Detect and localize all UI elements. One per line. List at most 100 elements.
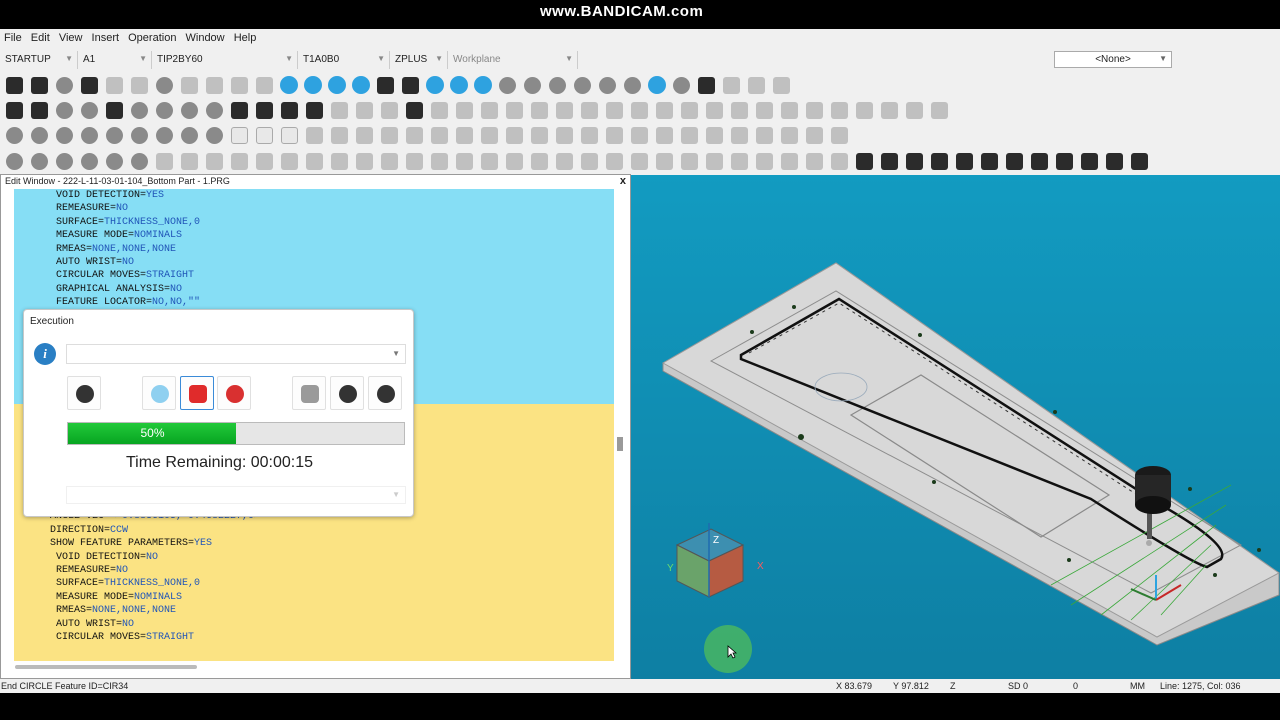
fit-icon[interactable]	[352, 76, 370, 94]
view-icon[interactable]	[304, 76, 322, 94]
tool-icon[interactable]	[556, 126, 573, 144]
tool-icon[interactable]	[181, 101, 198, 119]
tool-icon[interactable]	[531, 101, 548, 119]
tool-icon[interactable]	[6, 152, 23, 170]
tool-icon[interactable]	[631, 152, 648, 170]
tool-icon[interactable]	[549, 76, 566, 94]
tool-icon[interactable]	[81, 152, 98, 170]
tool-icon[interactable]	[706, 126, 723, 144]
tool-icon[interactable]	[624, 76, 641, 94]
tool-icon[interactable]	[1106, 152, 1123, 170]
tool-icon[interactable]	[56, 126, 73, 144]
tool-icon[interactable]	[231, 126, 248, 144]
tool-icon[interactable]	[731, 152, 748, 170]
tool-icon[interactable]	[31, 152, 48, 170]
tool-icon[interactable]	[381, 152, 398, 170]
tool-icon[interactable]	[648, 76, 666, 94]
tool-icon[interactable]	[56, 101, 73, 119]
tool-icon[interactable]	[556, 152, 573, 170]
cube-view-icon[interactable]	[881, 152, 898, 170]
probe-readout-icon[interactable]	[6, 76, 23, 94]
grid-icon[interactable]	[256, 101, 273, 119]
tool-icon[interactable]	[131, 152, 148, 170]
tool-icon[interactable]	[731, 101, 748, 119]
cube-view-icon[interactable]	[981, 152, 998, 170]
angle-combo[interactable]: T1A0B0 ▼	[298, 51, 390, 69]
horizontal-scrollbar[interactable]	[15, 665, 197, 669]
tool-icon[interactable]	[1056, 152, 1073, 170]
tool-icon[interactable]	[156, 152, 173, 170]
tool-icon[interactable]	[106, 101, 123, 119]
tool-icon[interactable]	[806, 101, 823, 119]
tool-icon[interactable]	[106, 126, 123, 144]
tool-icon[interactable]	[481, 152, 498, 170]
tool-icon[interactable]	[56, 152, 73, 170]
tool-icon[interactable]	[156, 101, 173, 119]
tool-icon[interactable]	[656, 101, 673, 119]
tool-icon[interactable]	[731, 126, 748, 144]
menu-operation[interactable]: Operation	[124, 29, 176, 44]
tool-icon[interactable]	[356, 152, 373, 170]
tool-icon[interactable]	[406, 101, 423, 119]
tool-icon[interactable]	[1081, 152, 1098, 170]
tool-icon[interactable]	[231, 76, 248, 94]
tool-icon[interactable]	[681, 101, 698, 119]
redo-icon[interactable]	[431, 126, 448, 144]
rotate-icon[interactable]	[474, 76, 492, 94]
tool-icon[interactable]	[781, 152, 798, 170]
menu-view[interactable]: View	[55, 29, 83, 44]
tool-icon[interactable]	[506, 152, 523, 170]
tool-icon[interactable]	[906, 101, 923, 119]
step-button[interactable]	[368, 376, 402, 410]
globe-icon[interactable]	[377, 76, 394, 94]
cube-view-icon[interactable]	[856, 152, 873, 170]
tool-icon[interactable]	[748, 76, 765, 94]
tool-icon[interactable]	[781, 126, 798, 144]
tool-icon[interactable]	[581, 152, 598, 170]
tool-icon[interactable]	[931, 101, 948, 119]
tool-icon[interactable]	[281, 101, 298, 119]
print-icon[interactable]	[456, 126, 473, 144]
cube-icon[interactable]	[6, 101, 23, 119]
restart-button[interactable]	[67, 376, 101, 410]
tool-icon[interactable]	[481, 101, 498, 119]
tool-icon[interactable]	[681, 126, 698, 144]
tool-icon[interactable]	[631, 126, 648, 144]
tool-icon[interactable]	[706, 152, 723, 170]
calculator-icon[interactable]	[81, 76, 98, 94]
tool-icon[interactable]	[606, 101, 623, 119]
tool-icon[interactable]	[1031, 152, 1048, 170]
tool-icon[interactable]	[6, 126, 23, 144]
tool-icon[interactable]	[431, 152, 448, 170]
menu-edit[interactable]: Edit	[27, 29, 50, 44]
grid-icon[interactable]	[1131, 152, 1148, 170]
tool-icon[interactable]	[881, 101, 898, 119]
tool-icon[interactable]	[156, 76, 173, 94]
tool-icon[interactable]	[181, 152, 198, 170]
plane-combo[interactable]: ZPLUS ▼	[390, 51, 448, 69]
tool-icon[interactable]	[581, 126, 598, 144]
tool-icon[interactable]	[306, 152, 323, 170]
tool-icon[interactable]	[656, 152, 673, 170]
camera-icon[interactable]	[256, 76, 273, 94]
alignment-combo[interactable]: STARTUP ▼	[0, 51, 78, 69]
tool-icon[interactable]	[131, 76, 148, 94]
tool-icon[interactable]	[206, 101, 223, 119]
tool-icon[interactable]	[431, 101, 448, 119]
tool-icon[interactable]	[281, 126, 298, 144]
tool-icon[interactable]	[806, 152, 823, 170]
sphere-icon[interactable]	[402, 76, 419, 94]
tool-icon[interactable]	[506, 126, 523, 144]
tool-icon[interactable]	[831, 152, 848, 170]
menu-file[interactable]: File	[0, 29, 22, 44]
tool-icon[interactable]	[256, 126, 273, 144]
tool-icon[interactable]	[206, 126, 223, 144]
tool-icon[interactable]	[531, 152, 548, 170]
tool-icon[interactable]	[306, 101, 323, 119]
tool-icon[interactable]	[706, 101, 723, 119]
cube-view-icon[interactable]	[1006, 152, 1023, 170]
copy-icon[interactable]	[331, 126, 348, 144]
tool-icon[interactable]	[581, 101, 598, 119]
tool-icon[interactable]	[531, 126, 548, 144]
scissors-icon[interactable]	[306, 126, 323, 144]
